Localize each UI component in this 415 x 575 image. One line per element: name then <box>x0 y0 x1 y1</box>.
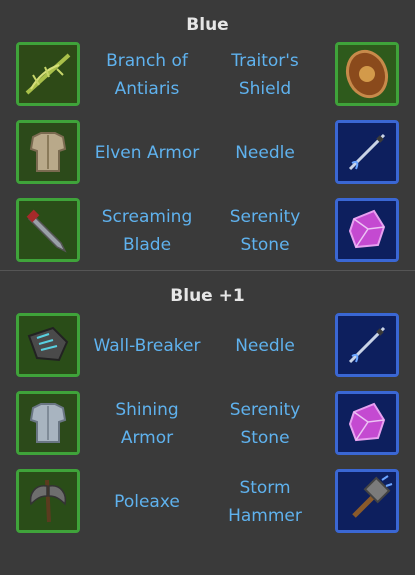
needle-icon[interactable] <box>335 313 399 377</box>
needle-icon[interactable] <box>335 120 399 184</box>
shield-icon[interactable] <box>335 42 399 106</box>
item-row: Shining Armor Serenity Stone <box>0 385 415 463</box>
hammer-icon[interactable] <box>335 469 399 533</box>
item-row: Poleaxe Storm Hammer <box>0 463 415 541</box>
item-name: Branch of Antiaris <box>106 51 188 99</box>
item-name: Storm Hammer <box>228 478 302 526</box>
section-blue-plus-one: Blue +1 Wall-Breaker Needle Shining Armo… <box>0 271 415 541</box>
bow-branch-icon[interactable] <box>16 42 80 106</box>
gauntlet-icon[interactable] <box>16 313 80 377</box>
section-title: Blue <box>186 15 229 35</box>
item-name: Serenity Stone <box>229 400 301 448</box>
item-name: Traitor's Shield <box>231 51 299 99</box>
item-name: Needle <box>235 336 295 356</box>
blade-icon[interactable] <box>16 198 80 262</box>
item-row: Screaming Blade Serenity Stone <box>0 192 415 270</box>
axe-icon[interactable] <box>16 469 80 533</box>
item-name: Elven Armor <box>94 143 200 163</box>
item-row: Branch of Antiaris Traitor's Shield <box>0 36 415 114</box>
item-name: Needle <box>235 143 295 163</box>
armor-icon[interactable] <box>16 120 80 184</box>
item-name: Screaming Blade <box>101 207 193 255</box>
item-name: Wall-Breaker <box>93 336 201 356</box>
gem-icon[interactable] <box>335 198 399 262</box>
armor-icon[interactable] <box>16 391 80 455</box>
item-name: Poleaxe <box>114 492 180 512</box>
section-blue: Blue Branch of Antiaris Traitor's Shield <box>0 0 415 270</box>
item-name: Shining Armor <box>115 400 179 448</box>
item-row: Elven Armor Needle <box>0 114 415 192</box>
gem-icon[interactable] <box>335 391 399 455</box>
item-name: Serenity Stone <box>229 207 301 255</box>
item-row: Wall-Breaker Needle <box>0 307 415 385</box>
section-title: Blue +1 <box>170 286 245 306</box>
